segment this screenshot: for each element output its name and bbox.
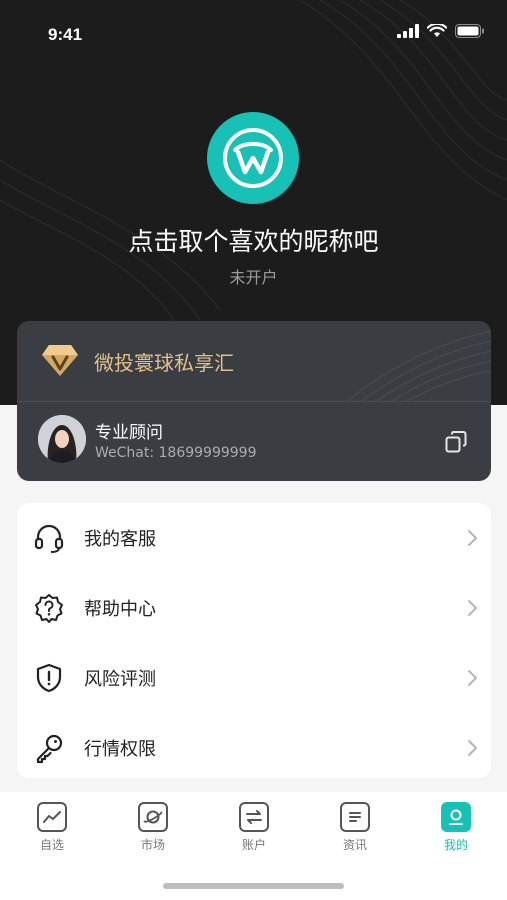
tab-label: 自选: [39, 838, 64, 852]
tab-account[interactable]: 账户: [219, 802, 289, 858]
account-status: 未开户: [229, 268, 278, 287]
menu-label: 行情权限: [84, 739, 156, 760]
advisor-name: 专业顾问: [95, 423, 163, 443]
tab-label: 账户: [241, 838, 266, 852]
help-icon: [35, 594, 63, 623]
news-icon: [340, 802, 370, 832]
vip-club-title: 微投寰球私享汇: [94, 351, 234, 375]
signal-icon: [397, 24, 419, 38]
status-time: 9:41: [48, 25, 83, 44]
nickname-prompt[interactable]: 点击取个喜欢的昵称吧: [0, 222, 507, 258]
headset-icon: [34, 524, 64, 553]
menu-item-help-center[interactable]: 帮助中心: [17, 573, 491, 643]
settings-menu: 我的客服 帮助中心 风险评测 行情权限: [17, 503, 491, 778]
vip-card-pattern: [346, 330, 491, 401]
status-icons: [397, 24, 485, 38]
vip-advisor-card: 微投寰球私享汇 专业顾问 WeChat: 18699999999: [17, 321, 491, 481]
vip-gem-icon: [42, 345, 78, 376]
menu-item-risk-assessment[interactable]: 风险评测: [17, 643, 491, 713]
profile-icon: [441, 802, 471, 832]
tab-news[interactable]: 资讯: [320, 802, 390, 858]
vip-divider: [17, 401, 491, 402]
status-bar: 9:41: [0, 0, 507, 66]
menu-label: 帮助中心: [84, 599, 156, 620]
menu-label: 风险评测: [84, 669, 156, 690]
menu-label: 我的客服: [84, 529, 156, 550]
menu-item-customer-service[interactable]: 我的客服: [17, 503, 491, 573]
chevron-right-icon: [468, 670, 477, 686]
brand-logo-icon: [223, 128, 283, 188]
advisor-wechat: WeChat: 18699999999: [95, 445, 257, 461]
tab-market[interactable]: 市场: [118, 802, 188, 858]
tab-mine[interactable]: 我的: [421, 802, 491, 858]
tab-label: 资讯: [342, 838, 367, 852]
shield-icon: [36, 663, 62, 693]
tab-label: 我的: [443, 838, 468, 852]
advisor-avatar: [38, 415, 86, 463]
menu-item-market-permission[interactable]: 行情权限: [17, 713, 491, 783]
tab-watchlist[interactable]: 自选: [17, 802, 87, 858]
home-indicator: [163, 883, 344, 889]
copy-icon[interactable]: [444, 430, 468, 454]
chevron-right-icon: [468, 530, 477, 546]
tab-label: 市场: [140, 838, 165, 852]
user-avatar[interactable]: [207, 112, 299, 204]
chart-icon: [37, 802, 67, 832]
chevron-right-icon: [468, 600, 477, 616]
battery-icon: [455, 24, 484, 38]
transfer-icon: [239, 802, 269, 832]
wifi-icon: [427, 24, 447, 37]
planet-icon: [138, 802, 168, 832]
advisor-portrait-icon: [38, 415, 86, 463]
key-icon: [36, 734, 63, 764]
chevron-right-icon: [468, 740, 477, 756]
